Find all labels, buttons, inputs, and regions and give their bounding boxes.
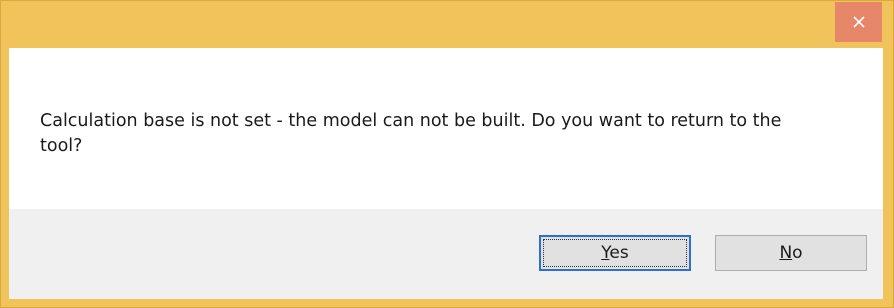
title-bar[interactable] <box>1 1 893 48</box>
message-text: Calculation base is not set - the model … <box>40 111 782 156</box>
close-icon <box>852 16 865 28</box>
no-button[interactable]: No <box>715 235 867 271</box>
no-mnemonic: N <box>779 243 793 263</box>
yes-button-label: Yes <box>601 243 628 263</box>
no-label-rest: o <box>792 243 803 263</box>
message-area: Calculation base is not set - the model … <box>9 48 883 209</box>
button-bar: Yes No <box>9 209 883 299</box>
dialog-client-area: Calculation base is not set - the model … <box>9 48 883 299</box>
yes-button[interactable]: Yes <box>539 235 691 271</box>
close-button[interactable] <box>835 2 882 42</box>
message-box-dialog: Calculation base is not set - the model … <box>0 0 894 308</box>
no-button-label: No <box>779 243 802 263</box>
yes-label-rest: es <box>609 243 629 263</box>
